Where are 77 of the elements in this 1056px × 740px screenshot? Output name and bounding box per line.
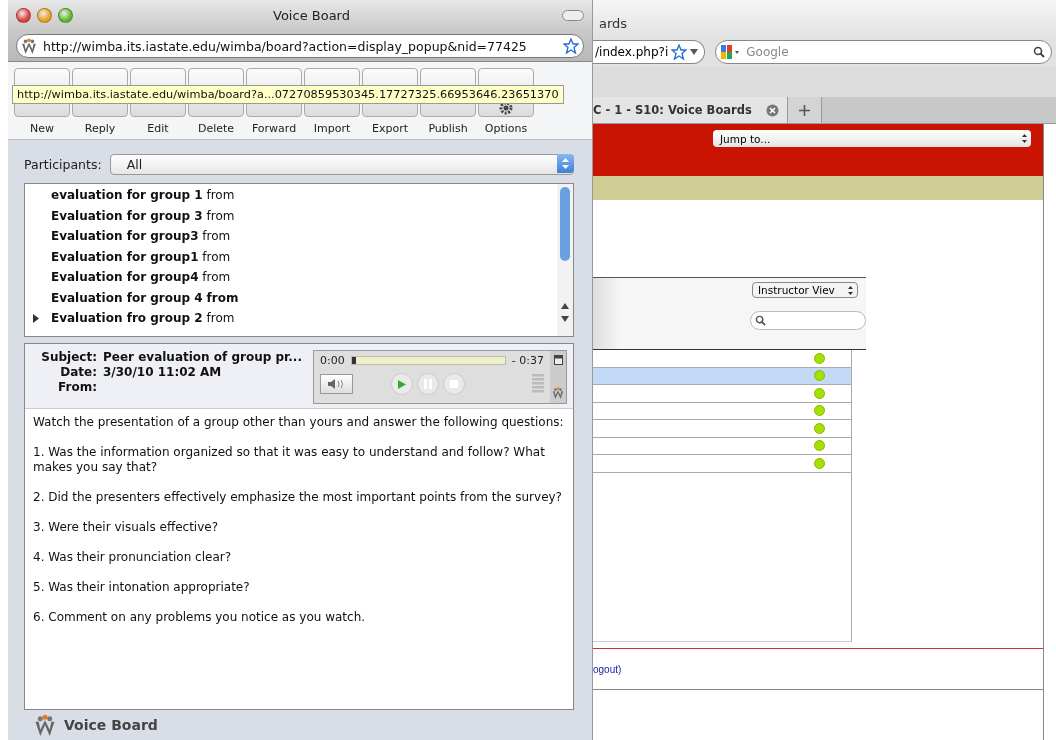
new-tab-button[interactable] xyxy=(787,97,822,123)
updown-icon xyxy=(848,285,853,295)
menu-icon[interactable] xyxy=(553,355,563,365)
url-text: http://wimba.its.iastate.edu/wimba/board?action=display_popup&nid=77425 xyxy=(43,38,527,54)
table-row[interactable] xyxy=(593,385,851,403)
logo-icon xyxy=(21,38,37,54)
elapsed-time: 0:00 xyxy=(320,354,345,367)
window-title: ards xyxy=(599,15,628,31)
message-paragraph: 5. Was their intonation appropriate? xyxy=(33,580,251,595)
logo-icon xyxy=(34,714,56,736)
address-field[interactable]: http://wimba.its.iastate.edu/wimba/board?action=display_popup&nid=77425 xyxy=(16,34,584,58)
address-field[interactable]: /index.php?i xyxy=(593,39,706,64)
status-dot xyxy=(814,422,825,434)
message-item[interactable]: Evaluation for group4 from xyxy=(33,270,231,285)
message-paragraph: 6. Comment on any problems you notice as you watch. xyxy=(33,610,367,625)
participants-label: Participants: xyxy=(24,157,102,172)
updown-icon xyxy=(562,158,569,169)
search-placeholder: Google xyxy=(746,44,789,59)
message-paragraph: Watch the presentation of a group other than yours and answer the following questions: xyxy=(33,415,565,430)
plus-icon xyxy=(798,104,810,116)
field-value: Peer evaluation of group pr... xyxy=(103,350,303,364)
status-dot xyxy=(814,387,825,399)
jump-select[interactable]: Jump to... xyxy=(713,130,1031,147)
logout-link[interactable]: ogout) xyxy=(593,663,622,675)
bookmark-star-icon[interactable] xyxy=(671,43,688,60)
field-label: Date: xyxy=(59,365,97,379)
zoom-button[interactable] xyxy=(58,8,73,23)
play-icon xyxy=(398,379,406,389)
window-title: Voice Board xyxy=(272,8,351,23)
message-item[interactable]: Evaluation for group3 from xyxy=(33,229,231,244)
search-field[interactable] xyxy=(750,311,866,330)
table-row[interactable] xyxy=(593,420,851,438)
level-meter-icon xyxy=(532,374,544,394)
message-item[interactable]: evaluation for group 1 from xyxy=(33,188,235,203)
search-icon xyxy=(755,315,766,326)
status-dot xyxy=(814,370,825,382)
remaining-time: - 0:37 xyxy=(511,354,544,367)
close-button[interactable] xyxy=(16,8,31,23)
message-item[interactable]: Evaluation for group1 from xyxy=(33,249,231,264)
field-label: Subject: xyxy=(40,350,97,364)
updown-icon xyxy=(1022,134,1027,143)
expand-arrow-icon[interactable] xyxy=(33,313,39,323)
toolbar-toggle-button[interactable] xyxy=(562,10,584,21)
search-icon[interactable] xyxy=(1033,45,1045,58)
browser-tab[interactable]: C - 1 - S10: Voice Boards xyxy=(593,97,788,123)
field-value: 3/30/10 11:02 AM xyxy=(103,365,223,379)
pause-button[interactable] xyxy=(417,373,439,395)
status-dot xyxy=(814,352,825,364)
table-row[interactable] xyxy=(593,455,851,473)
message-paragraph: 4. Was their pronunciation clear? xyxy=(33,550,233,565)
participants-select[interactable]: All xyxy=(109,154,574,175)
play-button[interactable] xyxy=(391,373,413,395)
view-select[interactable]: Instructor Viev xyxy=(752,282,858,298)
table-row[interactable] xyxy=(593,350,851,368)
url-text: /index.php?i xyxy=(595,44,669,59)
volume-button[interactable] xyxy=(320,374,353,394)
minimize-button[interactable] xyxy=(37,8,52,23)
dropdown-icon[interactable] xyxy=(690,48,699,55)
message-item[interactable]: Evaluation fro group 2 from xyxy=(33,311,235,326)
message-paragraph: 3. Were their visuals effective? xyxy=(33,520,220,535)
scrollbar[interactable] xyxy=(557,184,573,336)
message-item[interactable]: Evaluation for group 3 from xyxy=(33,208,235,223)
close-icon[interactable] xyxy=(765,103,779,117)
tooltip: http://wimba.its.iastate.edu/wimba/board?a...07270859530345.17727325.66953646.23651370 xyxy=(12,85,564,104)
progress-fill[interactable] xyxy=(351,357,356,364)
message-paragraph: 1. Was the information organized so that it was easy to understand and follow? What makes you say that? xyxy=(33,445,546,475)
logo-icon xyxy=(552,387,564,399)
status-dot xyxy=(814,440,825,452)
message-paragraph: 2. Did the presenters effectively emphasize the most important points from the survey? xyxy=(33,490,563,505)
search-field[interactable]: Google xyxy=(715,39,1052,64)
message-item[interactable]: Evaluation for group 4 from xyxy=(33,290,239,305)
status-dot xyxy=(814,457,825,469)
field-label: From: xyxy=(57,380,97,394)
footer-title: Voice Board xyxy=(64,717,158,733)
stop-button[interactable] xyxy=(443,373,465,395)
status-dot xyxy=(814,405,825,417)
bookmark-star-icon[interactable] xyxy=(563,38,579,54)
